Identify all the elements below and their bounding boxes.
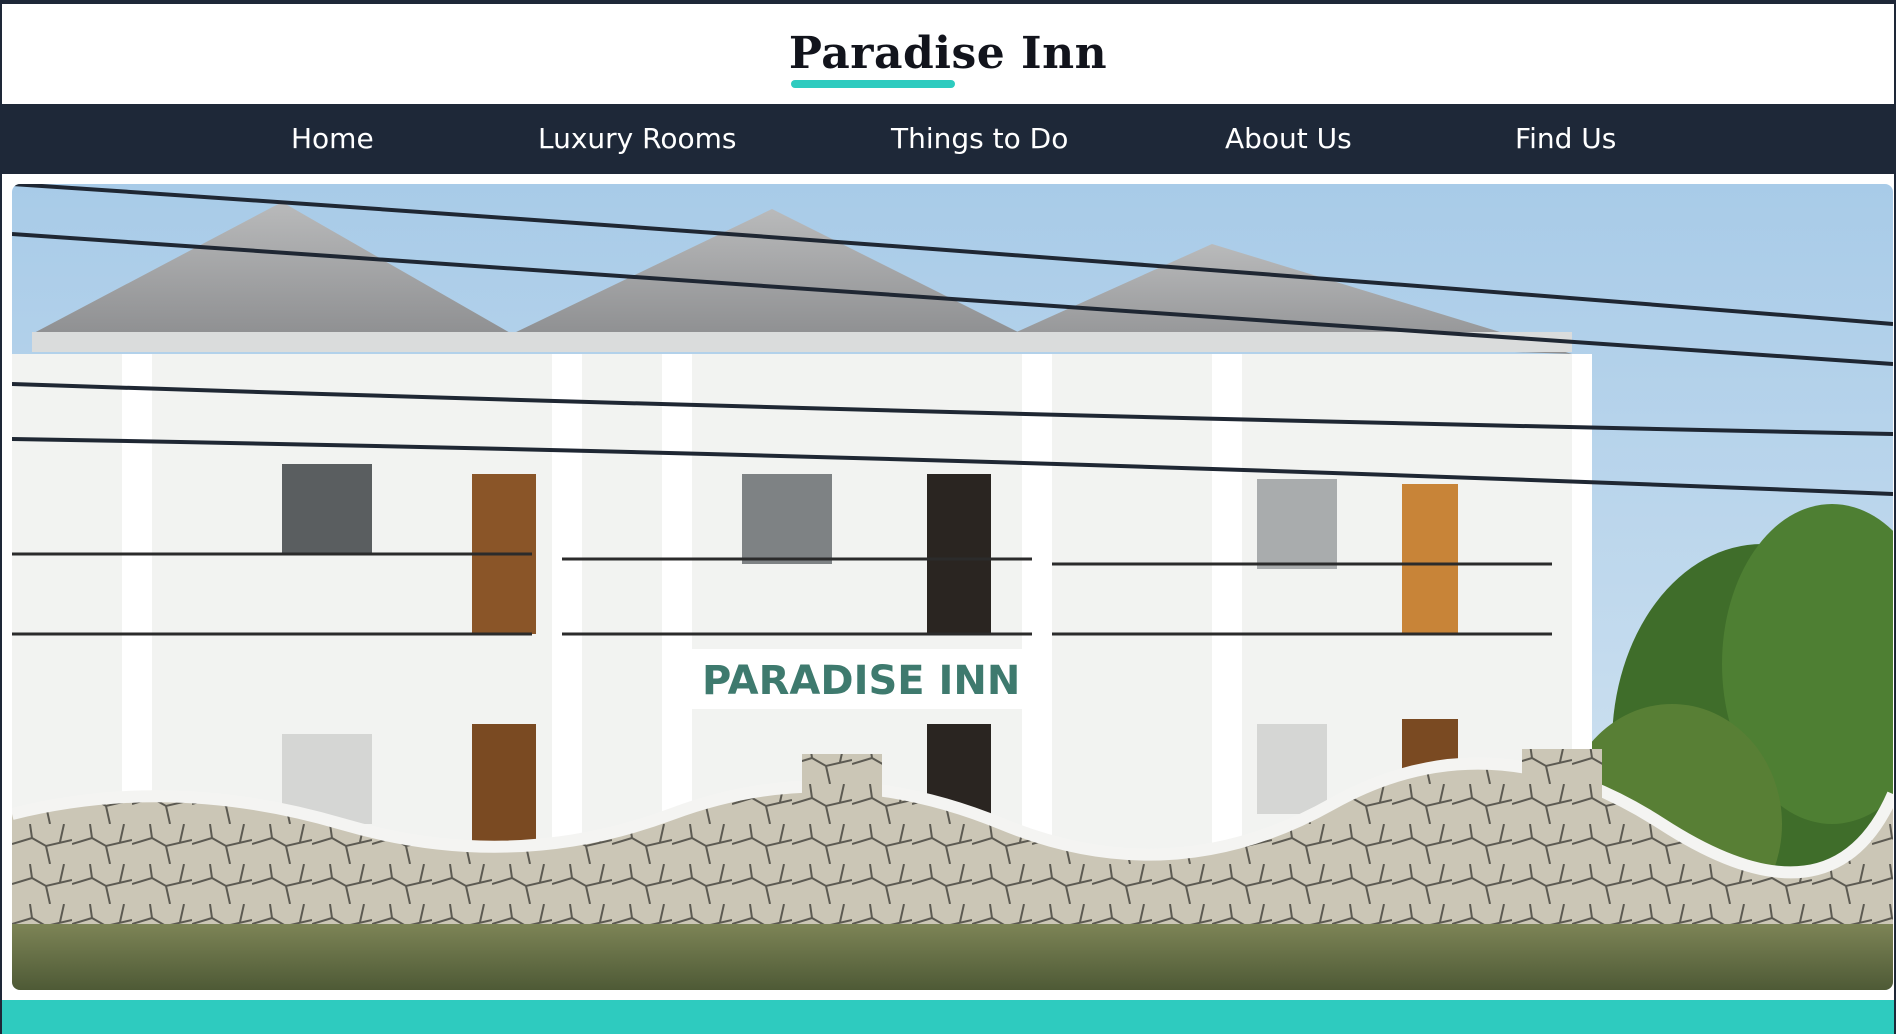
main-nav: Home Luxury Rooms Things to Do About Us …: [2, 104, 1894, 174]
hotel-photo: PARADISE INN: [12, 184, 1893, 990]
nav-item-luxury-rooms[interactable]: Luxury Rooms: [538, 104, 736, 174]
site-logo[interactable]: Paradise Inn: [788, 28, 1108, 88]
nav-item-home[interactable]: Home: [291, 104, 374, 174]
logo-underline: [790, 80, 955, 88]
nav-item-find-us[interactable]: Find Us: [1515, 104, 1616, 174]
hero-sign-text: PARADISE INN: [702, 658, 1020, 704]
footer-band: [2, 1000, 1894, 1034]
hero-image: PARADISE INN: [12, 184, 1893, 990]
page: Paradise Inn Home Luxury Rooms Things to…: [2, 4, 1894, 1034]
nav-item-about-us[interactable]: About Us: [1225, 104, 1352, 174]
site-header: Paradise Inn: [2, 4, 1894, 104]
site-title: Paradise Inn: [788, 28, 1108, 79]
nav-item-things-to-do[interactable]: Things to Do: [891, 104, 1068, 174]
